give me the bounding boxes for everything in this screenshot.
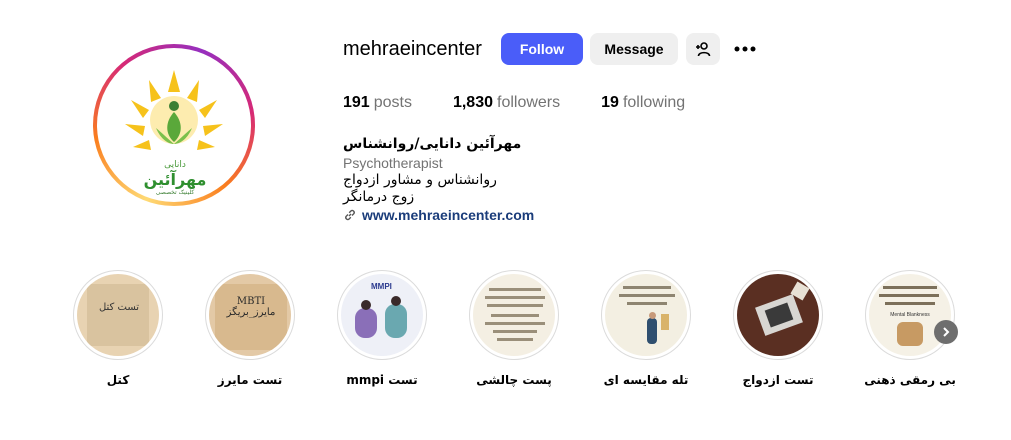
bio-line-1: روانشناس و مشاور ازدواج bbox=[343, 172, 497, 188]
highlight-cover-text: Mental Blankness bbox=[890, 312, 930, 318]
highlight-cover bbox=[605, 274, 687, 356]
logo-text-line1: دانایی bbox=[164, 160, 186, 170]
highlight-label: تله مقایسه ای bbox=[603, 373, 689, 387]
highlight-cover bbox=[737, 274, 819, 356]
highlight-cover: تست کتل bbox=[77, 274, 159, 356]
profile-avatar: دانایی مهرآئین کلینیک تخصصی bbox=[101, 52, 247, 198]
highlight-cover bbox=[473, 274, 555, 356]
profile-username: mehraeincenter bbox=[343, 38, 482, 60]
story-highlights: تست کتل کتل MBTI مایرز_بریگز تست مایرز M… bbox=[70, 270, 970, 400]
highlight-label: تست mmpi bbox=[346, 373, 418, 387]
highlight-item[interactable]: تست کتل کتل bbox=[73, 270, 163, 387]
logo-text-line2: مهرآئین bbox=[143, 170, 207, 189]
bio-link[interactable]: www.mehraeincenter.com bbox=[343, 207, 543, 223]
highlight-item[interactable]: تست ازدواج bbox=[733, 270, 823, 387]
highlight-cover: MBTI مایرز_بریگز bbox=[209, 274, 291, 356]
follow-button[interactable]: Follow bbox=[501, 33, 583, 65]
profile-bio: مهرآئین دانایی/روانشناس Psychotherapist … bbox=[343, 136, 543, 223]
logo-text: دانایی مهرآئین کلینیک تخصصی bbox=[109, 160, 241, 196]
highlight-cover-text: MBTI مایرز_بریگز bbox=[226, 296, 276, 318]
highlight-item[interactable]: تله مقایسه ای bbox=[601, 270, 691, 387]
logo-text-line3: کلینیک تخصصی bbox=[155, 189, 195, 196]
highlight-label: تست ازدواج bbox=[742, 373, 814, 387]
bio-name: مهرآئین دانایی/روانشناس bbox=[343, 136, 522, 152]
posts-count: 191 bbox=[343, 94, 370, 111]
link-icon bbox=[345, 209, 355, 221]
highlight-label: کتل bbox=[106, 373, 130, 387]
more-options-icon[interactable] bbox=[732, 41, 758, 57]
message-button[interactable]: Message bbox=[590, 33, 678, 65]
bio-line-2: زوج درمانگر bbox=[343, 189, 415, 205]
followers-count: 1,830 bbox=[452, 94, 493, 111]
followers-stat[interactable]: 1,830 followers bbox=[453, 94, 560, 112]
highlight-label: بی رمقی ذهنی bbox=[864, 373, 956, 387]
posts-stat: 191 posts bbox=[343, 94, 412, 112]
chevron-right-icon[interactable] bbox=[934, 320, 958, 344]
highlight-label: تست مایرز bbox=[217, 373, 283, 387]
bio-category: Psychotherapist bbox=[343, 155, 443, 171]
bio-link-text: www.mehraeincenter.com bbox=[362, 207, 535, 223]
following-stat[interactable]: 19 following bbox=[601, 94, 685, 112]
profile-avatar-ring[interactable]: دانایی مهرآئین کلینیک تخصصی bbox=[93, 44, 255, 206]
highlight-cover-text: MMPI bbox=[371, 282, 392, 291]
highlight-cover-text: تست کتل bbox=[98, 302, 140, 313]
posts-label: posts bbox=[373, 94, 412, 111]
following-count: 19 bbox=[601, 94, 619, 111]
highlight-label: پست چالشی bbox=[476, 373, 552, 387]
highlight-cover: Mental Blankness bbox=[869, 274, 951, 356]
highlight-item[interactable]: MMPI تست mmpi bbox=[337, 270, 427, 387]
suggested-users-button[interactable] bbox=[686, 33, 720, 65]
highlight-item[interactable]: پست چالشی bbox=[469, 270, 559, 387]
highlight-item[interactable]: MBTI مایرز_بریگز تست مایرز bbox=[205, 270, 295, 387]
following-label: following bbox=[622, 94, 686, 111]
profile-stats: 191 posts 1,830 followers 19 following bbox=[343, 94, 726, 112]
followers-label: followers bbox=[497, 94, 561, 111]
add-user-icon bbox=[696, 42, 711, 57]
highlight-cover: MMPI bbox=[341, 274, 423, 356]
